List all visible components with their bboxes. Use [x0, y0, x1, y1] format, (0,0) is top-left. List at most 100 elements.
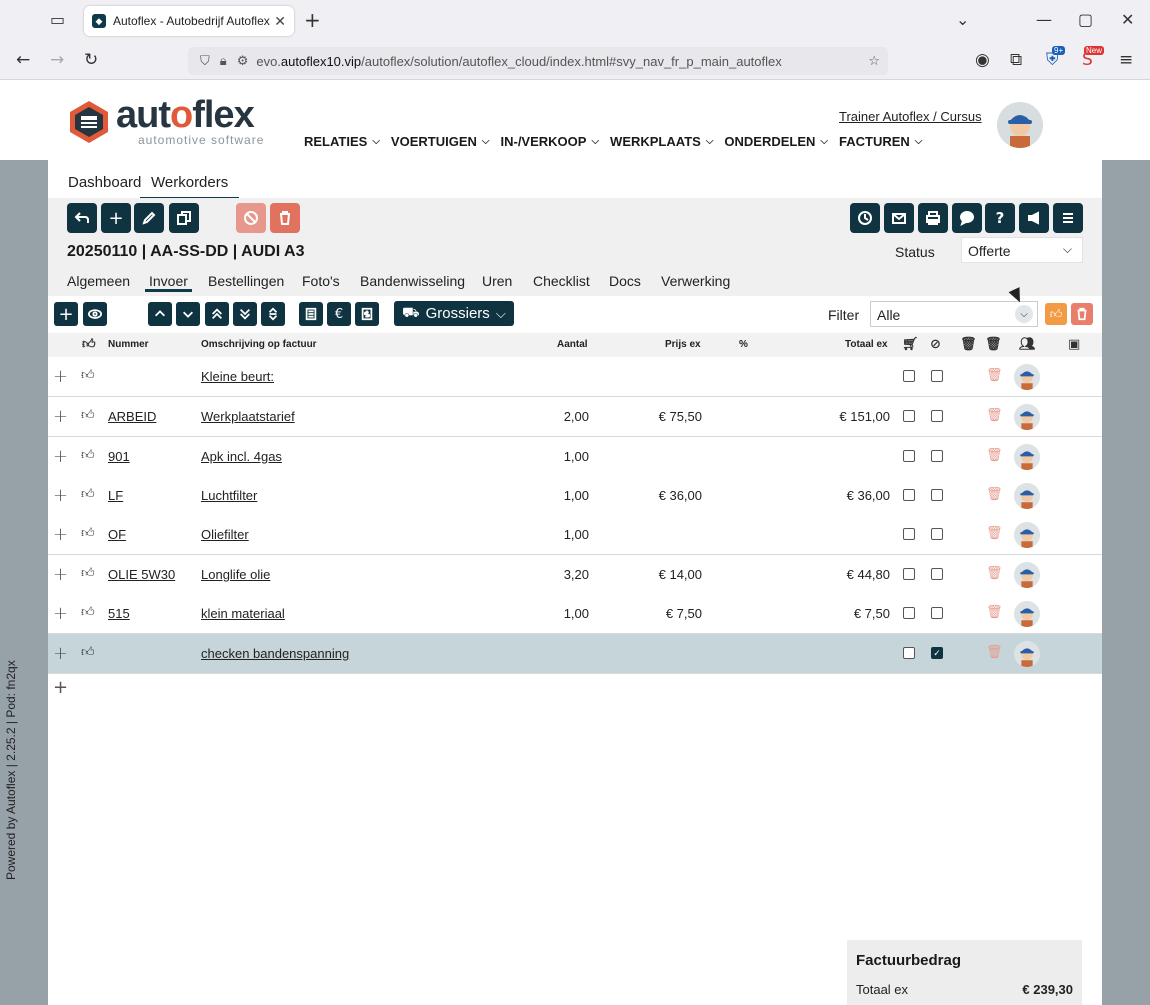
col-korting[interactable]: %: [739, 339, 748, 350]
sort-icon[interactable]: [261, 302, 285, 326]
thumbs-up-icon[interactable]: 👍︎: [81, 487, 95, 502]
row-nummer[interactable]: OLIE 5W30: [108, 567, 175, 582]
col-aantal[interactable]: Aantal: [557, 339, 588, 350]
reload-icon[interactable]: ↻: [84, 50, 98, 70]
back-icon[interactable]: ←: [16, 50, 30, 70]
move-bottom-icon[interactable]: [233, 302, 257, 326]
mechanic-avatar[interactable]: [1014, 483, 1040, 509]
tab-algemeen[interactable]: Algemeen: [67, 273, 130, 289]
delete-button[interactable]: [270, 203, 300, 233]
row-omschrijving[interactable]: Apk incl. 4gas: [201, 449, 282, 464]
hide-checkbox[interactable]: [931, 489, 943, 501]
expand-icon[interactable]: +: [53, 564, 68, 585]
mechanic-avatar[interactable]: [1014, 364, 1040, 390]
row-nummer[interactable]: OF: [108, 527, 126, 542]
row-nummer[interactable]: LF: [108, 488, 123, 503]
nav-voertuigen[interactable]: VOERTUIGEN ⌵: [391, 134, 490, 149]
tab-bestellingen[interactable]: Bestellingen: [208, 273, 284, 289]
tab-werkorders[interactable]: Werkorders: [140, 174, 240, 200]
col-prijs[interactable]: Prijs ex: [665, 339, 701, 350]
tab-bandenwisseling[interactable]: Bandenwisseling: [360, 273, 465, 289]
row-omschrijving[interactable]: Luchtfilter: [201, 488, 257, 503]
hide-checkbox[interactable]: [931, 528, 943, 540]
mechanic-avatar[interactable]: [1014, 522, 1040, 548]
order-checkbox[interactable]: [903, 528, 915, 540]
mechanic-avatar[interactable]: [1014, 601, 1040, 627]
table-row[interactable]: + 👍︎ OF Oliefilter 1,00 🗑︎: [48, 515, 1102, 555]
order-checkbox[interactable]: [903, 568, 915, 580]
menu-icon[interactable]: ≡: [1119, 50, 1133, 70]
minimize-icon[interactable]: —: [1036, 10, 1052, 29]
tab-fotos[interactable]: Foto's: [302, 273, 340, 289]
nav-onderdelen[interactable]: ONDERDELEN ⌵: [724, 134, 828, 149]
trash-icon[interactable]: 🗑︎: [986, 605, 1003, 620]
add-row-icon[interactable]: +: [53, 677, 68, 698]
approve-all-button[interactable]: 👍︎: [1045, 303, 1067, 325]
expand-icon[interactable]: +: [53, 446, 68, 467]
mail-icon[interactable]: [884, 203, 914, 233]
copy-button[interactable]: [169, 203, 199, 233]
move-down-icon[interactable]: [176, 302, 200, 326]
logo[interactable]: autoflex automotive software: [66, 96, 264, 147]
order-checkbox[interactable]: [903, 489, 915, 501]
megaphone-icon[interactable]: [1019, 203, 1049, 233]
close-window-icon[interactable]: ✕: [1121, 10, 1134, 29]
order-checkbox[interactable]: [903, 607, 915, 619]
grossiers-button[interactable]: ⛟ Grossiers ⌵: [394, 301, 514, 326]
table-row[interactable]: + 👍︎ checken bandenspanning ✓ 🗑︎: [48, 634, 1102, 674]
table-row[interactable]: + 👍︎ ARBEID Werkplaatstarief 2,00 € 75,50 € 15…: [48, 397, 1102, 437]
tab-list-icon[interactable]: ▭: [50, 10, 65, 29]
expand-icon[interactable]: +: [53, 524, 68, 545]
order-checkbox[interactable]: [903, 410, 915, 422]
hide-checkbox[interactable]: [931, 607, 943, 619]
back-button[interactable]: [67, 203, 97, 233]
thumbs-up-icon[interactable]: 👍︎: [81, 408, 95, 423]
table-row[interactable]: + 👍︎ 515 klein materiaal 1,00 € 7,50 € 7,50 🗑︎: [48, 594, 1102, 634]
browser-tab[interactable]: ◆ Autoflex - Autobedrijf Autoflex ✕: [84, 6, 294, 36]
filter-select[interactable]: Alle ⌵: [870, 301, 1038, 327]
row-omschrijving[interactable]: klein materiaal: [201, 606, 285, 621]
hamburger-icon[interactable]: [1053, 203, 1083, 233]
hide-checkbox[interactable]: [931, 370, 943, 382]
trash-icon[interactable]: 🗑︎: [986, 526, 1003, 541]
table-row[interactable]: + 👍︎ 901 Apk incl. 4gas 1,00 🗑︎: [48, 437, 1102, 477]
thumbs-up-icon[interactable]: 👍︎: [81, 526, 95, 541]
hide-checkbox[interactable]: [931, 568, 943, 580]
order-checkbox[interactable]: [903, 450, 915, 462]
account-icon[interactable]: ◉: [975, 50, 990, 70]
trash-icon[interactable]: 🗑︎: [986, 566, 1003, 581]
tab-checklist[interactable]: Checklist: [533, 273, 590, 289]
trash-icon[interactable]: 🗑︎: [986, 645, 1003, 660]
chevron-down-icon[interactable]: ⌄: [956, 10, 969, 29]
thumbs-up-icon[interactable]: 👍︎: [81, 448, 95, 463]
tab-verwerking[interactable]: Verwerking: [661, 273, 730, 289]
expand-icon[interactable]: +: [53, 485, 68, 506]
move-top-icon[interactable]: [205, 302, 229, 326]
expand-icon[interactable]: +: [53, 406, 68, 427]
add-line-button[interactable]: +: [54, 302, 78, 326]
mechanic-avatar[interactable]: [1014, 641, 1040, 667]
thumbs-up-icon[interactable]: 👍︎: [81, 566, 95, 581]
hide-checkbox[interactable]: [931, 450, 943, 462]
delete-lines-button[interactable]: [1071, 303, 1093, 325]
chat-icon[interactable]: [952, 203, 982, 233]
row-nummer[interactable]: 901: [108, 449, 130, 464]
row-nummer[interactable]: 515: [108, 606, 130, 621]
expand-icon[interactable]: +: [53, 643, 68, 664]
nav-werkplaats[interactable]: WERKPLAATS ⌵: [610, 134, 713, 149]
bookmark-star-icon[interactable]: ☆: [868, 54, 880, 69]
tab-dashboard[interactable]: Dashboard: [68, 174, 141, 191]
table-row[interactable]: + 👍︎ OLIE 5W30 Longlife olie 3,20 € 14,00 € 44…: [48, 555, 1102, 595]
cancel-button[interactable]: [236, 203, 266, 233]
thumbs-up-icon[interactable]: 👍︎: [81, 605, 95, 620]
user-link[interactable]: Trainer Autoflex / Cursus: [839, 109, 982, 124]
add-button[interactable]: +: [101, 203, 131, 233]
help-icon[interactable]: ?: [985, 203, 1015, 233]
order-checkbox[interactable]: [903, 370, 915, 382]
eye-icon[interactable]: [83, 302, 107, 326]
row-omschrijving[interactable]: Werkplaatstarief: [201, 409, 295, 424]
row-nummer[interactable]: ARBEID: [108, 409, 156, 424]
table-row[interactable]: + 👍︎ LF Luchtfilter 1,00 € 36,00 € 36,00 🗑︎: [48, 476, 1102, 516]
extensions-icon[interactable]: ⧉: [1010, 50, 1022, 70]
expand-icon[interactable]: +: [53, 366, 68, 387]
